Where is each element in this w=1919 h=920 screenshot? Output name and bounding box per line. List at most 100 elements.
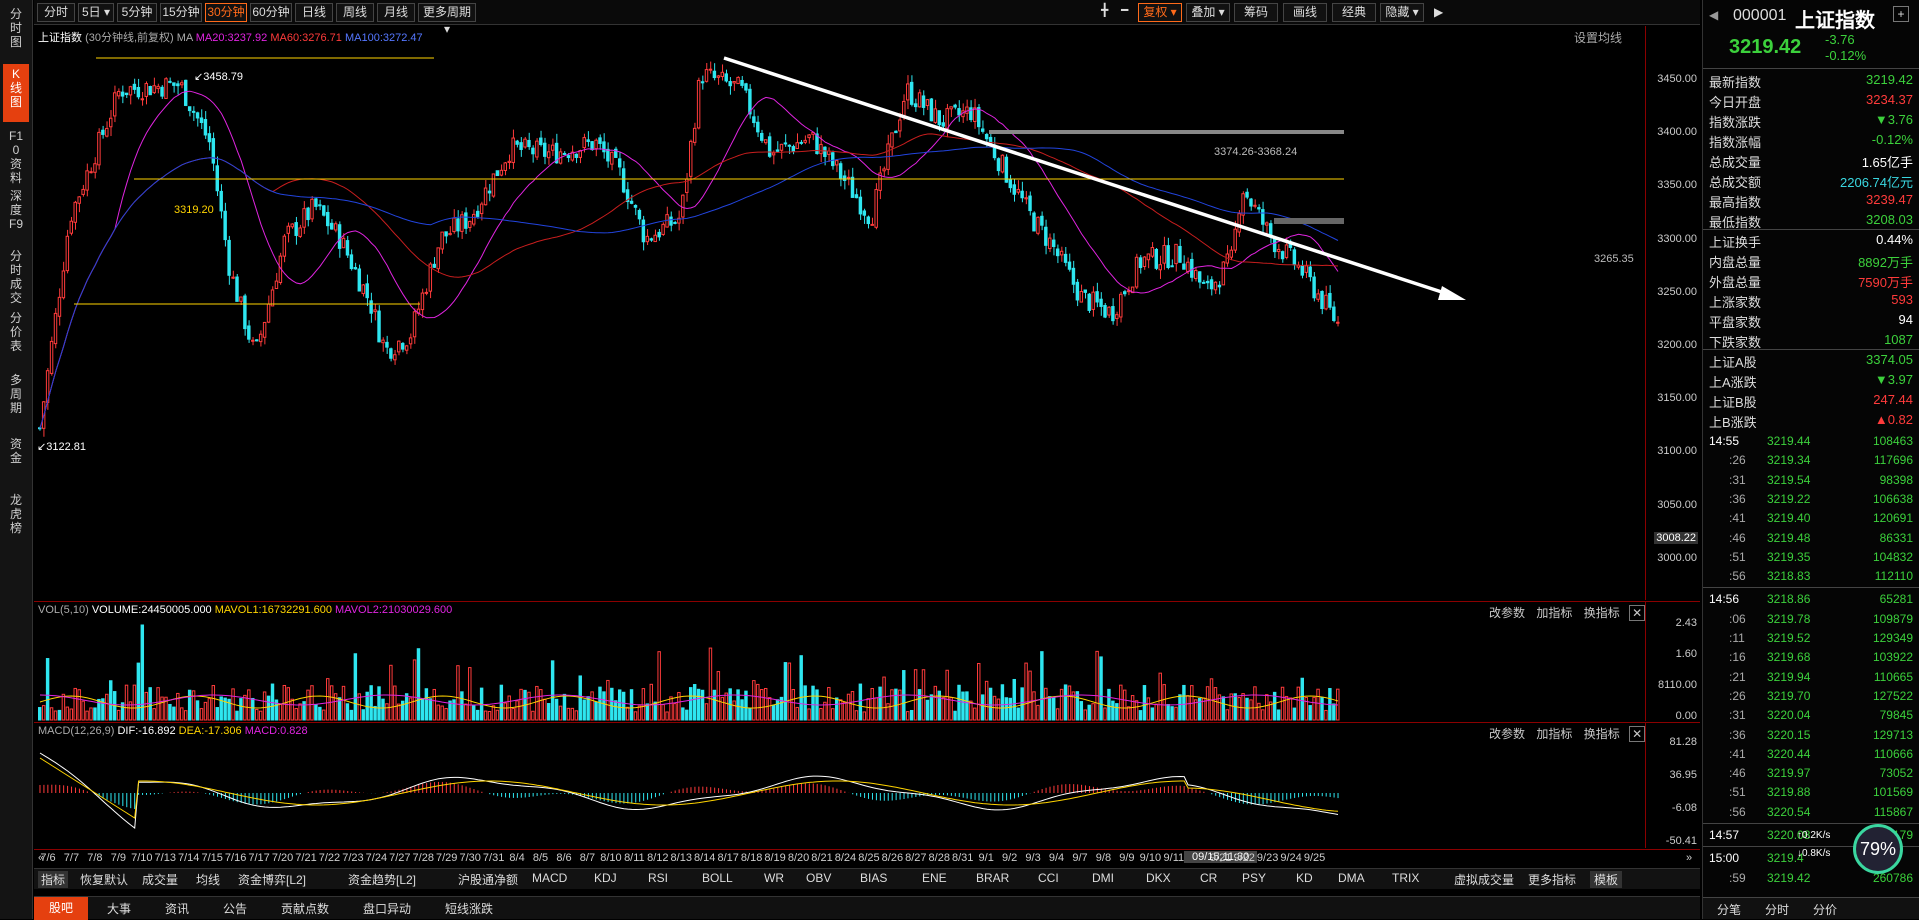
bottom-tab-2[interactable]: 资讯 xyxy=(150,900,204,917)
candle xyxy=(1209,279,1214,290)
volume-bar xyxy=(468,667,472,721)
date-tick: 8/31 xyxy=(952,852,974,864)
indicator-tab-23[interactable]: TRIX xyxy=(1392,871,1419,885)
candle xyxy=(424,291,429,294)
right-tab-0[interactable]: 分笔 xyxy=(1717,901,1741,918)
candle xyxy=(503,162,508,171)
indicator-tab-17[interactable]: DMI xyxy=(1092,871,1114,885)
volume-bar xyxy=(69,708,74,721)
indicator-tab-12[interactable]: OBV xyxy=(806,871,831,885)
kline-chart[interactable]: 上证指数 (30分钟线,前复权) MA MA20:3237.92 MA60:32… xyxy=(34,26,1700,600)
indicator-tab-26[interactable]: 模板 xyxy=(1590,871,1623,888)
volume-bar xyxy=(1300,677,1304,721)
indicator-tab-5[interactable]: 资金趋势[L2] xyxy=(348,871,416,888)
overlay-button[interactable]: 叠加 ▾ xyxy=(1186,3,1230,22)
candle xyxy=(1048,237,1052,250)
volume-bar xyxy=(665,711,669,721)
bottom-tab-6[interactable]: 短线涨跌 xyxy=(430,900,508,917)
indicator-tab-0[interactable]: 指标 xyxy=(38,871,69,888)
indicator-tab-25[interactable]: 更多指标 xyxy=(1528,871,1576,888)
indicator-tab-13[interactable]: BIAS xyxy=(860,871,887,885)
volume-panel[interactable]: VOL(5,10) VOLUME:24450005.000 MAVOL1:167… xyxy=(34,601,1700,722)
indicator-tab-14[interactable]: ENE xyxy=(922,871,947,885)
sidebar-item-0[interactable]: 分时图 xyxy=(3,4,29,60)
period-tab-3[interactable]: 15分钟 xyxy=(160,3,202,22)
collapse-right-icon[interactable]: ▶ xyxy=(1434,5,1443,19)
indicator-tab-11[interactable]: WR xyxy=(764,871,784,885)
indicator-tab-21[interactable]: KD xyxy=(1296,871,1313,885)
bottom-tab-3[interactable]: 公告 xyxy=(208,900,262,917)
period-tab-9[interactable]: 更多周期 ▾ xyxy=(418,3,476,36)
chip-button[interactable]: 筹码 xyxy=(1234,3,1278,22)
period-tab-0[interactable]: 分时 xyxy=(37,3,75,22)
sidebar-item-3[interactable]: 深度F9 xyxy=(3,186,29,242)
tick-row: :31 3219.54 98398 xyxy=(1709,471,1915,490)
stat-row: 今日开盘 3234.37 xyxy=(1709,90,1915,110)
candle xyxy=(152,85,156,94)
indicator-tab-4[interactable]: 资金博弈[L2] xyxy=(238,871,306,888)
axis-label: 3350.00 xyxy=(1657,179,1697,192)
prev-icon[interactable]: ◀ xyxy=(1709,8,1718,22)
candle xyxy=(1150,247,1155,257)
volume-bar xyxy=(696,688,701,721)
sidebar-item-4[interactable]: 分时成交 xyxy=(3,246,29,305)
period-tab-6[interactable]: 日线 xyxy=(295,3,333,22)
scroll-right-icon[interactable]: » xyxy=(1686,852,1692,864)
sidebar-item-7[interactable]: 资金 xyxy=(3,434,29,486)
volume-bars xyxy=(38,624,1340,721)
indicator-tab-18[interactable]: DKX xyxy=(1146,871,1171,885)
hide-button[interactable]: 隐藏 ▾ xyxy=(1380,3,1424,22)
period-tab-5[interactable]: 60分钟 xyxy=(250,3,292,22)
indicator-tab-10[interactable]: BOLL xyxy=(702,871,733,885)
candle xyxy=(795,142,799,149)
indicator-tab-16[interactable]: CCI xyxy=(1038,871,1059,885)
right-tab-2[interactable]: 分价 xyxy=(1813,901,1837,918)
volume-bar xyxy=(1020,687,1024,721)
period-tab-2[interactable]: 5分钟 xyxy=(117,3,157,22)
indicator-tab-8[interactable]: KDJ xyxy=(594,871,617,885)
candle xyxy=(894,130,898,134)
period-tab-1[interactable]: 5日 ▾ xyxy=(78,3,114,22)
indicator-tab-19[interactable]: CR xyxy=(1200,871,1217,885)
indicator-tab-3[interactable]: 均线 xyxy=(196,871,220,888)
indicator-tab-20[interactable]: PSY xyxy=(1242,871,1266,885)
indicator-tab-6[interactable]: 沪股通净额 xyxy=(458,871,518,888)
bottom-tab-4[interactable]: 贡献点数 xyxy=(266,900,344,917)
volume-bar xyxy=(574,710,579,721)
bottom-tab-5[interactable]: 盘口异动 xyxy=(348,900,426,917)
indicator-tab-7[interactable]: MACD xyxy=(532,871,567,885)
sidebar-item-5[interactable]: 分价表 xyxy=(3,308,29,366)
sidebar-item-2[interactable]: F10资料 xyxy=(3,126,29,185)
indicator-tab-15[interactable]: BRAR xyxy=(976,871,1009,885)
indicator-tab-1[interactable]: 恢复默认 xyxy=(80,871,128,888)
candle xyxy=(53,312,58,345)
indicator-tab-22[interactable]: DMA xyxy=(1338,871,1365,885)
ma100-line xyxy=(39,146,1339,429)
volume-bar xyxy=(136,662,141,721)
indicator-tab-2[interactable]: 成交量 xyxy=(142,871,178,888)
bottom-tab-0[interactable]: 股吧 xyxy=(34,897,88,920)
period-tab-4[interactable]: 30分钟 xyxy=(205,3,247,22)
minus-icon[interactable]: ━ xyxy=(1121,3,1128,17)
sidebar-item-1[interactable]: K线图 xyxy=(3,64,29,122)
volume-bar xyxy=(594,701,598,721)
add-icon[interactable]: + xyxy=(1893,6,1909,22)
period-tab-8[interactable]: 月线 xyxy=(377,3,415,22)
period-tab-7[interactable]: 周线 xyxy=(336,3,374,22)
classic-button[interactable]: 经典 xyxy=(1332,3,1376,22)
indicator-tab-9[interactable]: RSI xyxy=(648,871,668,885)
volume-bar xyxy=(436,704,440,721)
fq-button[interactable]: 复权 ▾ xyxy=(1138,3,1182,22)
indicator-tab-24[interactable]: 虚拟成交量 xyxy=(1454,871,1514,888)
drawline-button[interactable]: 画线 xyxy=(1283,3,1327,22)
sidebar-item-6[interactable]: 多周期 xyxy=(3,370,29,430)
dif-line xyxy=(39,752,1339,829)
right-tab-1[interactable]: 分时 xyxy=(1765,901,1789,918)
volume-bar xyxy=(1265,694,1269,721)
bottom-tab-1[interactable]: 大事 xyxy=(92,900,146,917)
tick-volume: 73052 xyxy=(1879,766,1913,781)
crosshair-icon[interactable]: ╋ xyxy=(1101,3,1108,17)
macd-panel[interactable]: MACD(12,26,9) DIF:-16.892 DEA:-17.306 MA… xyxy=(34,722,1700,848)
sidebar-item-8[interactable]: 龙虎榜 xyxy=(3,490,29,546)
stat-row: 上涨家数 593 xyxy=(1709,290,1915,310)
